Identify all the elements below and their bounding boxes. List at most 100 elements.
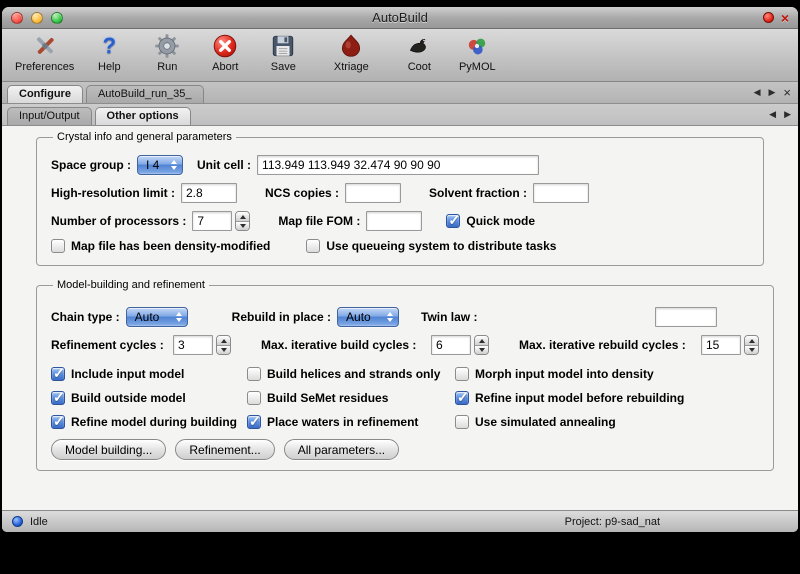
tab-input-output[interactable]: Input/Output xyxy=(7,107,92,125)
model-building-button[interactable]: Model building... xyxy=(51,439,166,460)
crystal-row-2: High-resolution limit : NCS copies : Sol… xyxy=(51,183,749,203)
run-icon xyxy=(153,32,181,60)
status-bar: Idle Project: p9-sad_nat xyxy=(2,510,798,532)
toolbar-label: Run xyxy=(157,61,177,73)
space-group-value: I 4 xyxy=(146,158,159,172)
toolbar: Preferences ? Help xyxy=(2,29,798,82)
checkbox-label: Refine model during building xyxy=(71,415,237,429)
place-waters-checkbox[interactable]: Place waters in refinement xyxy=(247,415,455,429)
map-fom-label: Map file FOM : xyxy=(278,214,360,228)
refinement-cycles-input[interactable] xyxy=(173,335,213,355)
unit-cell-input[interactable] xyxy=(257,155,539,175)
main-tab-nav: ◀ ▶ × xyxy=(754,82,791,103)
save-icon xyxy=(269,32,297,60)
chain-type-select[interactable]: Auto xyxy=(126,307,188,327)
checkbox-icon xyxy=(51,239,65,253)
tab-next-icon[interactable]: ▶ xyxy=(768,87,775,98)
unit-cell-label: Unit cell : xyxy=(197,158,251,172)
titlebar-close-icon[interactable]: × xyxy=(781,11,789,25)
twin-law-input[interactable] xyxy=(655,307,717,327)
run-button[interactable]: Run xyxy=(139,32,195,73)
num-processors-stepper[interactable] xyxy=(235,211,250,231)
solvent-fraction-label: Solvent fraction : xyxy=(429,186,527,200)
rebuild-in-place-select[interactable]: Auto xyxy=(337,307,399,327)
space-group-label: Space group : xyxy=(51,158,131,172)
morph-input-model-checkbox[interactable]: Morph input model into density xyxy=(455,367,759,381)
preferences-icon xyxy=(31,32,59,60)
model-row-2: Refinement cycles : Max. iterative build… xyxy=(51,335,759,355)
checkbox-icon xyxy=(455,415,469,429)
checkbox-label: Refine input model before rebuilding xyxy=(475,391,684,405)
quick-mode-checkbox[interactable]: Quick mode xyxy=(446,214,535,228)
build-semet-checkbox[interactable]: Build SeMet residues xyxy=(247,391,455,405)
project-label: Project: p9-sad_nat xyxy=(565,516,660,528)
tab-prev-icon[interactable]: ◀ xyxy=(769,109,776,120)
tab-next-icon[interactable]: ▶ xyxy=(784,109,791,120)
checkbox-icon xyxy=(247,415,261,429)
xtriage-icon xyxy=(337,32,365,60)
checkbox-label: Build helices and strands only xyxy=(267,367,440,381)
density-modified-checkbox[interactable]: Map file has been density-modified xyxy=(51,239,270,253)
max-rebuild-cycles-input[interactable] xyxy=(701,335,741,355)
help-button[interactable]: ? Help xyxy=(81,32,137,73)
refine-during-building-checkbox[interactable]: Refine model during building xyxy=(51,415,247,429)
max-build-cycles-label: Max. iterative build cycles : xyxy=(261,338,425,352)
checkbox-label: Build outside model xyxy=(71,391,186,405)
save-button[interactable]: Save xyxy=(255,32,311,73)
pymol-button[interactable]: PyMOL xyxy=(449,32,505,73)
preferences-button[interactable]: Preferences xyxy=(10,32,79,73)
max-rebuild-cycles-stepper[interactable] xyxy=(744,335,759,355)
toolbar-label: Coot xyxy=(408,61,431,73)
status-dot-icon xyxy=(12,516,23,527)
popup-arrows-icon xyxy=(387,312,393,322)
num-processors-input[interactable] xyxy=(192,211,232,231)
refine-before-rebuild-checkbox[interactable]: Refine input model before rebuilding xyxy=(455,391,759,405)
window-controls xyxy=(11,12,63,24)
toolbar-label: PyMOL xyxy=(459,61,496,73)
tab-prev-icon[interactable]: ◀ xyxy=(754,87,761,98)
density-modified-label: Map file has been density-modified xyxy=(71,239,270,253)
all-parameters-button[interactable]: All parameters... xyxy=(284,439,399,460)
include-input-model-checkbox[interactable]: Include input model xyxy=(51,367,247,381)
xtriage-button[interactable]: Xtriage xyxy=(323,32,379,73)
coot-button[interactable]: Coot xyxy=(391,32,447,73)
crystal-row-3: Number of processors : Map file FOM : Qu… xyxy=(51,211,749,231)
space-group-select[interactable]: I 4 xyxy=(137,155,183,175)
window-title: AutoBuild xyxy=(2,10,798,25)
close-window-icon[interactable] xyxy=(11,12,23,24)
checkbox-label: Morph input model into density xyxy=(475,367,654,381)
solvent-fraction-input[interactable] xyxy=(533,183,589,203)
main-tab-bar: Configure AutoBuild_run_35_ ◀ ▶ × xyxy=(2,82,798,104)
sub-tab-bar: Input/Output Other options ◀ ▶ xyxy=(2,104,798,126)
max-build-cycles-input[interactable] xyxy=(431,335,471,355)
queueing-checkbox[interactable]: Use queueing system to distribute tasks xyxy=(306,239,556,253)
quick-mode-label: Quick mode xyxy=(466,214,535,228)
tab-other-options[interactable]: Other options xyxy=(95,107,191,125)
refinement-cycles-stepper[interactable] xyxy=(216,335,231,355)
tab-close-icon[interactable]: × xyxy=(783,86,791,99)
checkbox-icon xyxy=(455,391,469,405)
model-row-1: Chain type : Auto Rebuild in place : Aut… xyxy=(51,307,759,327)
crystal-row-1: Space group : I 4 Unit cell : xyxy=(51,155,749,175)
queueing-label: Use queueing system to distribute tasks xyxy=(326,239,556,253)
abort-button[interactable]: Abort xyxy=(197,32,253,73)
simulated-annealing-checkbox[interactable]: Use simulated annealing xyxy=(455,415,759,429)
tab-configure[interactable]: Configure xyxy=(7,85,83,103)
checkbox-icon xyxy=(455,367,469,381)
refinement-button[interactable]: Refinement... xyxy=(175,439,274,460)
popup-arrows-icon xyxy=(176,312,182,322)
ncs-copies-input[interactable] xyxy=(345,183,401,203)
titlebar-red-circle-icon[interactable] xyxy=(763,12,774,23)
toolbar-label: Help xyxy=(98,61,121,73)
build-outside-model-checkbox[interactable]: Build outside model xyxy=(51,391,247,405)
zoom-window-icon[interactable] xyxy=(51,12,63,24)
tab-autobuild-run[interactable]: AutoBuild_run_35_ xyxy=(86,85,204,103)
sub-tab-nav: ◀ ▶ xyxy=(769,104,791,125)
high-res-input[interactable] xyxy=(181,183,237,203)
build-helices-strands-checkbox[interactable]: Build helices and strands only xyxy=(247,367,455,381)
max-build-cycles-stepper[interactable] xyxy=(474,335,489,355)
minimize-window-icon[interactable] xyxy=(31,12,43,24)
titlebar-right-controls: × xyxy=(763,7,789,28)
checkbox-icon xyxy=(247,367,261,381)
map-fom-input[interactable] xyxy=(366,211,422,231)
